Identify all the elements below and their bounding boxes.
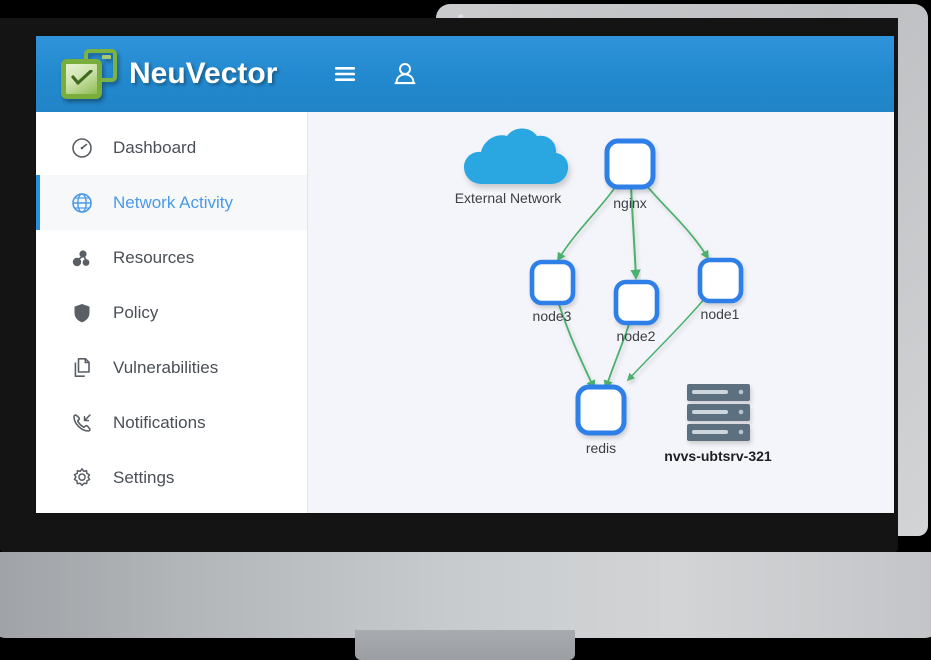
node-node1[interactable] xyxy=(697,257,744,304)
node-redis[interactable] xyxy=(575,384,627,436)
laptop-base-notch xyxy=(355,630,575,660)
sidebar-item-vulnerabilities[interactable]: Vulnerabilities xyxy=(36,340,307,395)
brand-name: NeuVector xyxy=(129,57,278,90)
node-label-node2: node2 xyxy=(616,328,656,344)
sidebar-item-label: Network Activity xyxy=(113,192,233,212)
sidebar-item-label: Settings xyxy=(113,467,175,487)
sidebar-item-notifications[interactable]: Notifications xyxy=(36,395,307,450)
node-label-redis: redis xyxy=(585,440,617,456)
sidebar-item-policy[interactable]: Policy xyxy=(36,285,307,340)
shield-icon xyxy=(69,300,95,326)
node-node2[interactable] xyxy=(613,279,660,326)
gauge-icon xyxy=(69,135,95,161)
node-external-network[interactable] xyxy=(464,128,569,185)
laptop-mockup: NeuVector Dashboard Network Activity Res… xyxy=(0,0,931,660)
sidebar-item-label: Policy xyxy=(113,302,159,322)
sidebar-item-label: Notifications xyxy=(113,412,206,432)
network-topology-graph[interactable]: External Network nginx node3 node2 node1… xyxy=(308,112,894,513)
brand-logo[interactable]: NeuVector xyxy=(36,49,308,99)
sidebar-item-resources[interactable]: Resources xyxy=(36,230,307,285)
node-nginx[interactable] xyxy=(604,138,656,190)
neuvector-logo-icon xyxy=(61,49,117,99)
sidebar-item-label: Vulnerabilities xyxy=(113,357,219,377)
node-label-host-server: nvvs-ubtsrv-321 xyxy=(664,448,772,464)
phone-alert-icon xyxy=(69,410,95,436)
node-node3[interactable] xyxy=(529,259,576,306)
cubes-icon xyxy=(69,245,95,271)
sidebar-item-network-activity[interactable]: Network Activity xyxy=(36,175,307,230)
node-label-nginx: nginx xyxy=(613,195,647,211)
header-actions xyxy=(332,61,418,87)
node-host-server[interactable] xyxy=(687,384,750,441)
node-label-node1: node1 xyxy=(700,306,740,322)
application-screen: NeuVector Dashboard Network Activity Res… xyxy=(36,36,894,513)
sidebar-item-label: Resources xyxy=(113,247,195,267)
node-label-node3: node3 xyxy=(532,308,572,324)
gear-icon xyxy=(69,465,95,491)
user-profile-icon[interactable] xyxy=(392,61,418,87)
sidebar-item-label: Dashboard xyxy=(113,137,197,157)
sidebar-nav: Dashboard Network Activity Resources Pol… xyxy=(36,112,308,513)
topology-nodes xyxy=(464,128,750,441)
documents-icon xyxy=(69,355,95,381)
sidebar-item-dashboard[interactable]: Dashboard xyxy=(36,120,307,175)
node-label-external-network: External Network xyxy=(454,190,562,206)
laptop-base xyxy=(0,552,931,638)
globe-icon xyxy=(69,190,95,216)
app-header: NeuVector xyxy=(36,36,894,112)
hamburger-menu-icon[interactable] xyxy=(332,61,358,87)
sidebar-item-settings[interactable]: Settings xyxy=(36,450,307,505)
